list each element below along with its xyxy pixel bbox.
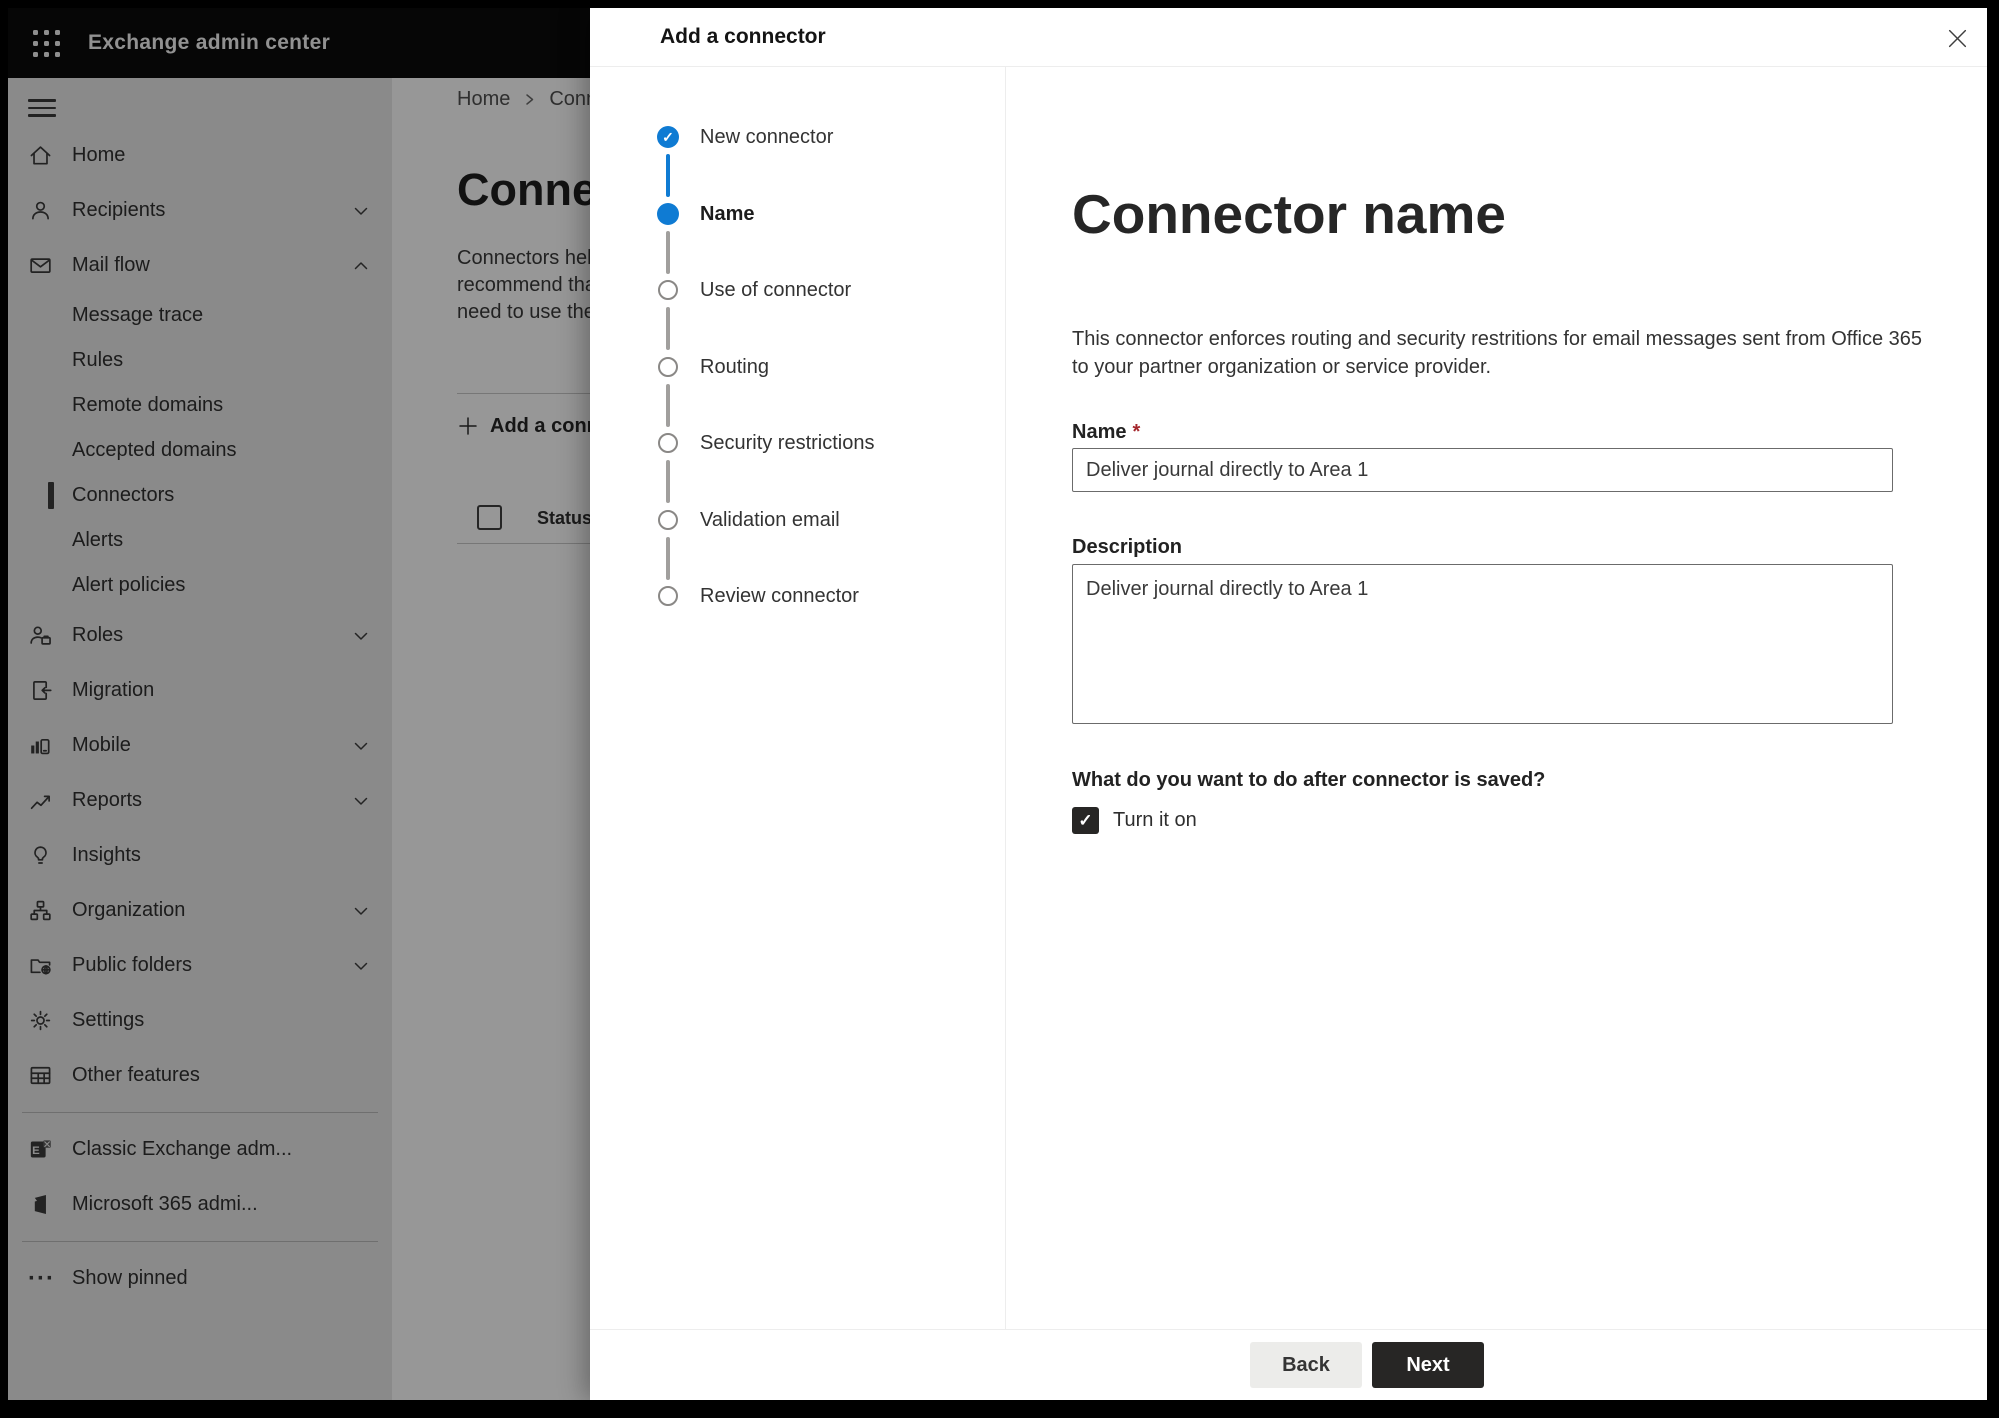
description-field-label: Description (1072, 536, 1183, 558)
step-connector-line (666, 307, 670, 350)
step-current-icon (657, 203, 679, 225)
close-icon[interactable] (1941, 22, 1973, 54)
checked-checkbox-icon[interactable]: ✓ (1072, 807, 1099, 834)
step-connector-line (666, 154, 670, 197)
next-button[interactable]: Next (1372, 1342, 1484, 1388)
wizard-footer: Back Next (590, 1329, 1987, 1400)
step-upcoming-icon (658, 357, 678, 377)
turn-it-on-label: Turn it on (1113, 809, 1197, 831)
add-connector-wizard: Add a connector ✓ New connector Name Use… (590, 8, 1987, 1400)
exchange-admin-app: Exchange admin center Home Recipients Ma… (8, 8, 1987, 1400)
step-connector-line (666, 460, 670, 503)
wizard-title: Add a connector (660, 25, 826, 48)
after-save-question: What do you want to do after connector i… (1072, 769, 1546, 791)
panel-heading: Connector name (1072, 183, 1506, 245)
step-upcoming-icon (658, 280, 678, 300)
connector-name-input[interactable] (1072, 448, 1893, 492)
step-completed-icon: ✓ (657, 126, 679, 148)
wizard-body: ✓ New connector Name Use of connector Ro… (590, 67, 1987, 1330)
connector-description-textarea[interactable]: Deliver journal directly to Area 1 (1072, 564, 1893, 724)
wizard-header: Add a connector (590, 8, 1987, 67)
step-connector-line (666, 231, 670, 274)
step-upcoming-icon (658, 433, 678, 453)
back-button[interactable]: Back (1250, 1342, 1362, 1388)
required-asterisk: * (1132, 421, 1141, 443)
step-upcoming-icon (658, 586, 678, 606)
turn-it-on-option[interactable]: ✓ Turn it on (1072, 807, 1197, 834)
name-field-label: Name * (1072, 421, 1141, 443)
step-connector-line (666, 384, 670, 427)
step-connector-line (666, 537, 670, 580)
screen: Exchange admin center Home Recipients Ma… (0, 0, 1999, 1418)
step-upcoming-icon (658, 510, 678, 530)
wizard-content: Connector name This connector enforces r… (1006, 67, 1987, 1330)
panel-description: This connector enforces routing and secu… (1072, 328, 1923, 378)
wizard-stepper: ✓ New connector Name Use of connector Ro… (590, 67, 1006, 1330)
